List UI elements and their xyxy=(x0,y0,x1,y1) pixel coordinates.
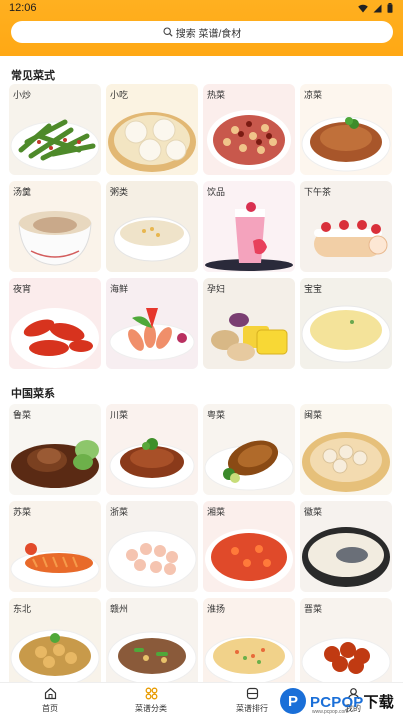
pcpop-watermark: P PCPOP下载 www.pcpop.com xyxy=(280,683,403,719)
tab-recipe-ranking[interactable]: 菜谱排行 xyxy=(222,687,282,714)
home-icon xyxy=(44,687,56,700)
category-label: 徽菜 xyxy=(304,507,323,517)
category-card[interactable]: 闽菜 xyxy=(300,404,392,495)
search-bar[interactable]: 搜索 菜谱/食材 xyxy=(11,21,393,43)
app-header: 12:06 搜索 菜谱/食材 xyxy=(0,0,403,56)
ranking-icon xyxy=(246,687,258,700)
category-label: 川菜 xyxy=(110,410,129,420)
category-label: 热菜 xyxy=(207,90,226,100)
category-card[interactable]: 凉菜 xyxy=(300,84,392,175)
category-card[interactable]: 热菜 xyxy=(203,84,295,175)
category-label: 海鲜 xyxy=(110,284,129,294)
battery-icon xyxy=(387,3,393,13)
category-label: 凉菜 xyxy=(304,90,323,100)
wifi-icon xyxy=(358,4,368,12)
category-card[interactable]: 夜宵 xyxy=(9,278,101,369)
search-placeholder: 搜索 菜谱/食材 xyxy=(175,28,242,40)
tab-label: 菜谱分类 xyxy=(135,704,167,713)
category-label: 闽菜 xyxy=(304,410,323,420)
category-card[interactable]: 川菜 xyxy=(106,404,198,495)
category-card[interactable]: 宝宝 xyxy=(300,278,392,369)
category-card[interactable]: 粥类 xyxy=(106,181,198,272)
category-card[interactable]: 饮品 xyxy=(203,181,295,272)
category-card[interactable]: 苏菜 xyxy=(9,501,101,592)
section-title-text: 中国菜系 xyxy=(11,388,55,400)
category-card[interactable]: 鲁菜 xyxy=(9,404,101,495)
watermark-logo-letter: P xyxy=(287,692,298,710)
tab-recipe-categories[interactable]: 菜谱分类 xyxy=(121,687,181,714)
category-label: 小吃 xyxy=(110,90,129,100)
chinese-cuisines-grid: 鲁菜 川菜 粤菜 闽菜 苏菜 浙菜 湘菜 徽菜 东北 赣州 淮扬 晋菜 xyxy=(9,404,392,682)
category-label: 晋菜 xyxy=(304,604,323,614)
category-label: 汤羹 xyxy=(13,187,32,197)
category-card[interactable]: 汤羹 xyxy=(9,181,101,272)
tab-label: 首页 xyxy=(42,704,58,713)
category-card[interactable]: 小吃 xyxy=(106,84,198,175)
category-card[interactable]: 淮扬 xyxy=(203,598,295,682)
category-card[interactable]: 晋菜 xyxy=(300,598,392,682)
category-label: 淮扬 xyxy=(207,604,226,614)
category-icon xyxy=(145,687,157,700)
tab-label: 菜谱排行 xyxy=(236,704,268,713)
status-icons xyxy=(358,3,393,13)
status-bar: 12:06 xyxy=(0,0,403,18)
section-title-common-dishes: 常见菜式 xyxy=(11,67,55,83)
category-card[interactable]: 下午茶 xyxy=(300,181,392,272)
category-card[interactable]: 小炒 xyxy=(9,84,101,175)
category-content[interactable]: 常见菜式 小炒 小吃 热菜 凉菜 汤羹 粥类 饮品 下午茶 夜宵 海鲜 孕妇 宝… xyxy=(0,56,403,682)
category-card[interactable]: 浙菜 xyxy=(106,501,198,592)
category-label: 苏菜 xyxy=(13,507,32,517)
category-card[interactable]: 徽菜 xyxy=(300,501,392,592)
category-card[interactable]: 海鲜 xyxy=(106,278,198,369)
category-label: 赣州 xyxy=(110,604,129,614)
search-icon xyxy=(163,27,173,37)
category-label: 浙菜 xyxy=(110,507,129,517)
category-card[interactable]: 东北 xyxy=(9,598,101,682)
category-label: 孕妇 xyxy=(207,284,226,294)
category-label: 夜宵 xyxy=(13,284,32,294)
category-label: 小炒 xyxy=(13,90,32,100)
category-label: 鲁菜 xyxy=(13,410,32,420)
category-label: 粥类 xyxy=(110,187,129,197)
category-label: 粤菜 xyxy=(207,410,226,420)
category-label: 下午茶 xyxy=(304,187,332,197)
category-label: 宝宝 xyxy=(304,284,323,294)
watermark-url: www.pcpop.com xyxy=(312,709,349,715)
category-card[interactable]: 孕妇 xyxy=(203,278,295,369)
category-label: 饮品 xyxy=(207,187,226,197)
watermark-brand-text: PCPOP xyxy=(310,693,364,711)
category-card[interactable]: 湘菜 xyxy=(203,501,295,592)
signal-icon xyxy=(373,4,382,12)
category-card[interactable]: 赣州 xyxy=(106,598,198,682)
watermark-suffix: 下载 xyxy=(363,693,394,711)
category-card[interactable]: 粤菜 xyxy=(203,404,295,495)
category-label: 湘菜 xyxy=(207,507,226,517)
status-time: 12:06 xyxy=(9,2,37,14)
pcpop-logo: P xyxy=(280,688,306,714)
category-label: 东北 xyxy=(13,604,32,614)
common-dishes-grid: 小炒 小吃 热菜 凉菜 汤羹 粥类 饮品 下午茶 夜宵 海鲜 孕妇 宝宝 xyxy=(9,84,392,369)
section-title-text: 常见菜式 xyxy=(11,70,55,82)
section-title-chinese-cuisines: 中国菜系 xyxy=(11,385,55,401)
tab-home[interactable]: 首页 xyxy=(20,687,80,714)
